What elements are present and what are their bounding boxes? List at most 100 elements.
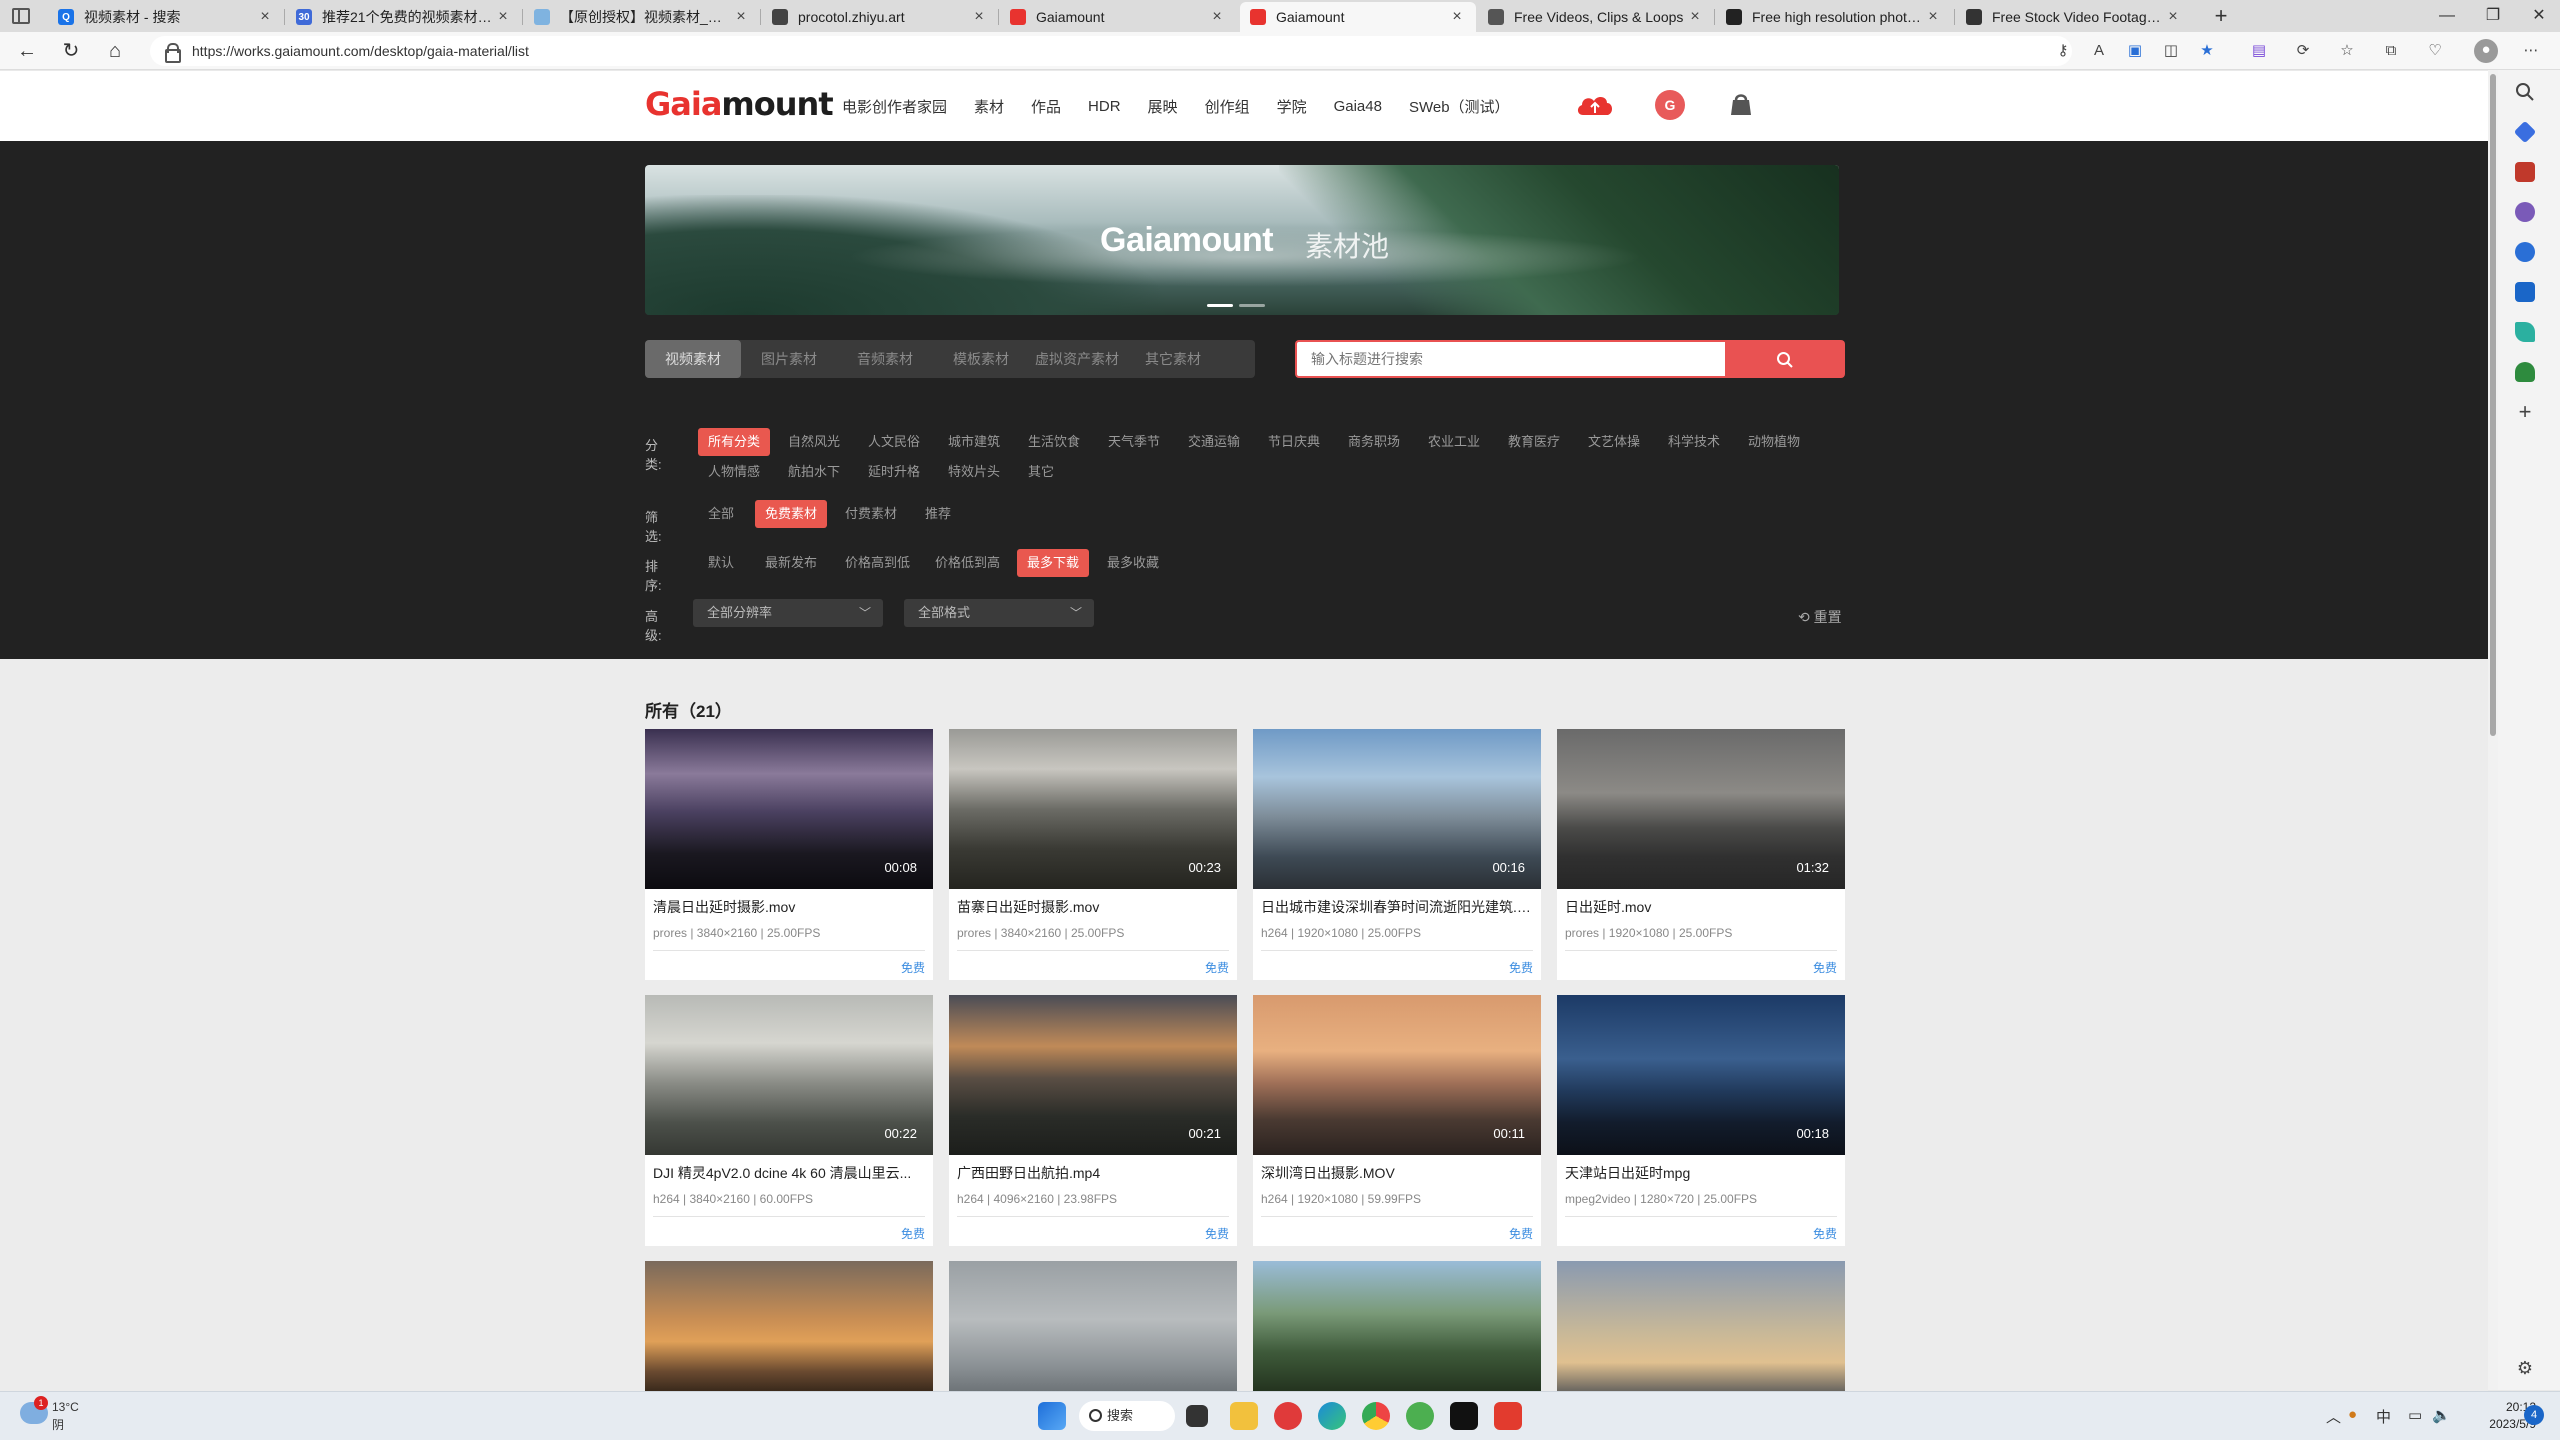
notification-center-badge[interactable]: 4 <box>2524 1405 2544 1425</box>
card-title[interactable]: 日出延时.mov <box>1565 897 1837 917</box>
filter-chip[interactable]: 免费素材 <box>755 500 828 528</box>
material-card[interactable] <box>949 1261 1237 1391</box>
type-tab[interactable]: 其它素材 <box>1125 340 1221 378</box>
refresh-button[interactable]: ↻ <box>58 38 84 64</box>
page-scrollbar[interactable] <box>2488 70 2498 1390</box>
material-card[interactable] <box>1253 1261 1541 1391</box>
material-card[interactable]: 00:18 天津站日出延时mpg mpeg2video | 1280×720 | 2… <box>1557 995 1845 1246</box>
nav-item[interactable]: 学院 <box>1277 96 1307 117</box>
cloud-upload-icon[interactable] <box>1575 93 1615 117</box>
filter-chip[interactable]: 人物情感 <box>698 458 770 486</box>
reset-button[interactable]: ⟲ 重置 <box>1798 607 1842 627</box>
card-title[interactable]: 清晨日出延时摄影.mov <box>653 897 925 917</box>
filter-chip[interactable]: 商务职场 <box>1338 428 1410 456</box>
card-title[interactable]: DJI 精灵4pV2.0 dcine 4k 60 清晨山里云... <box>653 1163 925 1183</box>
taskbar-search[interactable]: 搜索 <box>1079 1401 1175 1431</box>
user-avatar[interactable]: G <box>1655 90 1685 120</box>
filter-chip[interactable]: 天气季节 <box>1098 428 1170 456</box>
nav-item[interactable]: 作品 <box>1031 96 1061 117</box>
microsoft-365-icon[interactable] <box>2515 242 2535 262</box>
more-menu-icon[interactable]: ⋯ <box>2520 40 2542 62</box>
favorites-icon[interactable]: ☆ <box>2336 40 2358 62</box>
filter-chip[interactable]: 农业工业 <box>1418 428 1490 456</box>
tab-close-icon[interactable]: × <box>732 8 750 26</box>
filter-chip[interactable]: 节日庆典 <box>1258 428 1330 456</box>
browser-tab[interactable]: Free Stock Video Footage, Royalt× <box>1956 2 2192 32</box>
filter-chip[interactable]: 人文民俗 <box>858 428 930 456</box>
nav-item[interactable]: 电影创作者家园 <box>842 96 947 117</box>
shopping-tag-icon[interactable] <box>2513 120 2537 144</box>
card-title[interactable]: 天津站日出延时mpg <box>1565 1163 1837 1183</box>
material-card[interactable]: 00:11 深圳湾日出摄影.MOV h264 | 1920×1080 | 59.99… <box>1253 995 1541 1246</box>
edge-icon[interactable] <box>1318 1402 1346 1430</box>
filter-chip[interactable]: 价格低到高 <box>925 549 1010 577</box>
search-button[interactable] <box>1725 340 1845 378</box>
tab-close-icon[interactable]: × <box>1208 8 1226 26</box>
search-input[interactable] <box>1295 340 1725 378</box>
browser-tab[interactable]: procotol.zhiyu.art × <box>762 2 998 32</box>
filter-chip[interactable]: 最新发布 <box>755 549 827 577</box>
read-aloud-icon[interactable]: A <box>2088 40 2110 62</box>
filter-chip[interactable]: 价格高到低 <box>835 549 920 577</box>
material-card[interactable]: 00:16 日出城市建设深圳春笋时间流逝阳光建筑.m... h264 | 1920×… <box>1253 729 1541 980</box>
netease-music-icon[interactable] <box>1274 1402 1302 1430</box>
type-tab[interactable]: 图片素材 <box>741 340 837 378</box>
format-select[interactable]: 全部格式 ﹀ <box>904 599 1094 627</box>
translate-icon[interactable]: ▣ <box>2124 40 2146 62</box>
video-thumbnail[interactable]: 00:08 <box>645 729 933 889</box>
scrollbar-thumb[interactable] <box>2490 74 2496 736</box>
carousel-dot-active[interactable] <box>1207 304 1233 307</box>
video-thumbnail[interactable]: 00:16 <box>1253 729 1541 889</box>
material-card[interactable] <box>1557 1261 1845 1391</box>
video-thumbnail[interactable]: 00:22 <box>645 995 933 1155</box>
browser-essentials-icon[interactable]: ♡ <box>2424 40 2446 62</box>
type-tab[interactable]: 视频素材 <box>645 340 741 378</box>
filter-chip[interactable]: 默认 <box>698 549 744 577</box>
filter-chip[interactable]: 所有分类 <box>698 428 771 456</box>
type-tab[interactable]: 虚拟资产素材 <box>1029 340 1125 378</box>
filter-chip[interactable]: 动物植物 <box>1738 428 1810 456</box>
browser-tab[interactable]: Gaiamount × <box>1000 2 1236 32</box>
material-card[interactable]: 00:23 苗寨日出延时摄影.mov prores | 3840×2160 | 25… <box>949 729 1237 980</box>
volume-icon[interactable]: 🔈 <box>2432 1406 2451 1424</box>
filter-chip[interactable]: 交通运输 <box>1178 428 1250 456</box>
shopping-bag-icon[interactable] <box>1728 91 1754 117</box>
browser-tab[interactable]: 30 推荐21个免费的视频素材网站。× <box>286 2 522 32</box>
nav-item[interactable]: SWeb（测试） <box>1409 96 1510 117</box>
workspaces-icon[interactable] <box>12 8 30 24</box>
tab-close-icon[interactable]: × <box>1448 8 1466 26</box>
chrome-icon[interactable] <box>1362 1402 1390 1430</box>
tree-icon[interactable] <box>2515 362 2535 382</box>
material-pool-banner[interactable]: Gaiamount 素材池 <box>645 165 1839 315</box>
restore-button[interactable]: ❐ <box>2470 0 2516 32</box>
input-method[interactable]: 中 <box>2376 1406 2391 1427</box>
split-screen-icon[interactable]: ◫ <box>2160 40 2182 62</box>
filter-chip[interactable]: 自然风光 <box>778 428 850 456</box>
new-tab-button[interactable]: + <box>2208 3 2234 29</box>
search-icon[interactable] <box>2515 82 2535 102</box>
games-icon[interactable] <box>2515 202 2535 222</box>
browser-tab[interactable]: Free Videos, Clips & Loops × <box>1478 2 1714 32</box>
home-button[interactable]: ⌂ <box>102 38 128 64</box>
filter-chip[interactable]: 其它 <box>1018 458 1064 486</box>
card-title[interactable]: 日出城市建设深圳春笋时间流逝阳光建筑.m... <box>1261 897 1533 917</box>
browser-tab[interactable]: 【原创授权】视频素材_商用实拍× <box>524 2 760 32</box>
video-thumbnail[interactable]: 00:11 <box>1253 995 1541 1155</box>
filter-chip[interactable]: 最多收藏 <box>1097 549 1169 577</box>
filter-chip[interactable]: 教育医疗 <box>1498 428 1570 456</box>
card-title[interactable]: 广西田野日出航拍.mp4 <box>957 1163 1229 1183</box>
material-card[interactable]: 00:21 广西田野日出航拍.mp4 h264 | 4096×2160 | 23.9… <box>949 995 1237 1246</box>
sidebar-settings-icon[interactable]: ⚙ <box>2515 1358 2535 1378</box>
tab-close-icon[interactable]: × <box>1924 8 1942 26</box>
add-sidebar-app-icon[interactable]: + <box>2515 401 2535 423</box>
filter-chip[interactable]: 文艺体操 <box>1578 428 1650 456</box>
filter-chip[interactable]: 科学技术 <box>1658 428 1730 456</box>
tab-close-icon[interactable]: × <box>2164 8 2182 26</box>
filter-chip[interactable]: 推荐 <box>915 500 961 528</box>
nav-item[interactable]: 展映 <box>1148 96 1178 117</box>
minimize-button[interactable]: — <box>2424 0 2470 32</box>
tab-close-icon[interactable]: × <box>256 8 274 26</box>
extension-icon[interactable]: ▤ <box>2248 40 2270 62</box>
filter-chip[interactable]: 付费素材 <box>835 500 907 528</box>
task-view-icon[interactable] <box>1186 1405 1208 1427</box>
